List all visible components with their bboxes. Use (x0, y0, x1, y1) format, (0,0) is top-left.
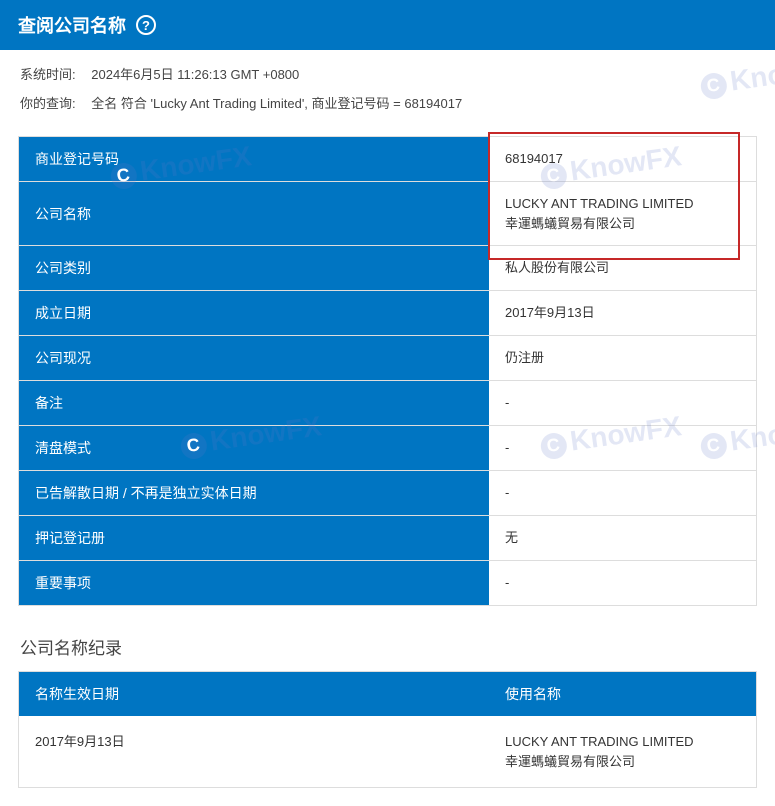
company-details-table: 商业登记号码 68194017 公司名称 LUCKY ANT TRADING L… (18, 136, 757, 606)
detail-row-company-name: 公司名称 LUCKY ANT TRADING LIMITED幸運螞蟻貿易有限公司 (19, 182, 756, 246)
system-time-label: 系统时间: (20, 64, 76, 83)
detail-row-dissolution-date: 已告解散日期 / 不再是独立实体日期 - (19, 471, 756, 516)
query-row: 你的查询: 全名 符合 'Lucky Ant Trading Limited',… (20, 93, 755, 112)
detail-row-reg-number: 商业登记号码 68194017 (19, 137, 756, 182)
history-name: LUCKY ANT TRADING LIMITED幸運螞蟻貿易有限公司 (489, 716, 756, 787)
history-header-name: 使用名称 (489, 672, 756, 716)
history-header-date: 名称生效日期 (19, 672, 489, 716)
detail-label: 清盘模式 (19, 426, 489, 470)
detail-label: 公司名称 (19, 182, 489, 245)
detail-label: 重要事项 (19, 561, 489, 605)
detail-value: 68194017 (489, 137, 756, 181)
name-history-title: 公司名称纪录 (0, 614, 775, 671)
detail-label: 公司现况 (19, 336, 489, 380)
history-row: 2017年9月13日 LUCKY ANT TRADING LIMITED幸運螞蟻… (19, 716, 756, 787)
detail-value: 2017年9月13日 (489, 291, 756, 335)
system-time-row: 系统时间: 2024年6月5日 11:26:13 GMT +0800 (20, 64, 755, 83)
help-icon[interactable]: ? (136, 15, 156, 35)
detail-value: - (489, 561, 756, 605)
query-label: 你的查询: (20, 93, 76, 112)
detail-row-company-type: 公司类别 私人股份有限公司 (19, 246, 756, 291)
detail-label: 公司类别 (19, 246, 489, 290)
history-header-row: 名称生效日期 使用名称 (19, 672, 756, 716)
name-history-table: 名称生效日期 使用名称 2017年9月13日 LUCKY ANT TRADING… (18, 671, 757, 788)
detail-label: 已告解散日期 / 不再是独立实体日期 (19, 471, 489, 515)
detail-row-incorporation-date: 成立日期 2017年9月13日 (19, 291, 756, 336)
detail-value: LUCKY ANT TRADING LIMITED幸運螞蟻貿易有限公司 (489, 182, 756, 245)
page-header: 查阅公司名称 ? (0, 0, 775, 50)
detail-label: 备注 (19, 381, 489, 425)
page-title: 查阅公司名称 (18, 12, 126, 38)
detail-value: - (489, 426, 756, 470)
detail-row-company-status: 公司现况 仍注册 (19, 336, 756, 381)
detail-row-important-matters: 重要事项 - (19, 561, 756, 605)
detail-value: 私人股份有限公司 (489, 246, 756, 290)
history-date: 2017年9月13日 (19, 716, 489, 787)
system-time-value: 2024年6月5日 11:26:13 GMT +0800 (91, 64, 299, 83)
detail-value: - (489, 471, 756, 515)
detail-label: 商业登记号码 (19, 137, 489, 181)
detail-row-remarks: 备注 - (19, 381, 756, 426)
detail-row-winding-up: 清盘模式 - (19, 426, 756, 471)
detail-value: - (489, 381, 756, 425)
detail-value: 无 (489, 516, 756, 560)
detail-value: 仍注册 (489, 336, 756, 380)
detail-row-charges-register: 押记登记册 无 (19, 516, 756, 561)
query-value: 全名 符合 'Lucky Ant Trading Limited', 商业登记号… (91, 93, 462, 112)
detail-label: 成立日期 (19, 291, 489, 335)
detail-label: 押记登记册 (19, 516, 489, 560)
meta-section: 系统时间: 2024年6月5日 11:26:13 GMT +0800 你的查询:… (0, 50, 775, 128)
